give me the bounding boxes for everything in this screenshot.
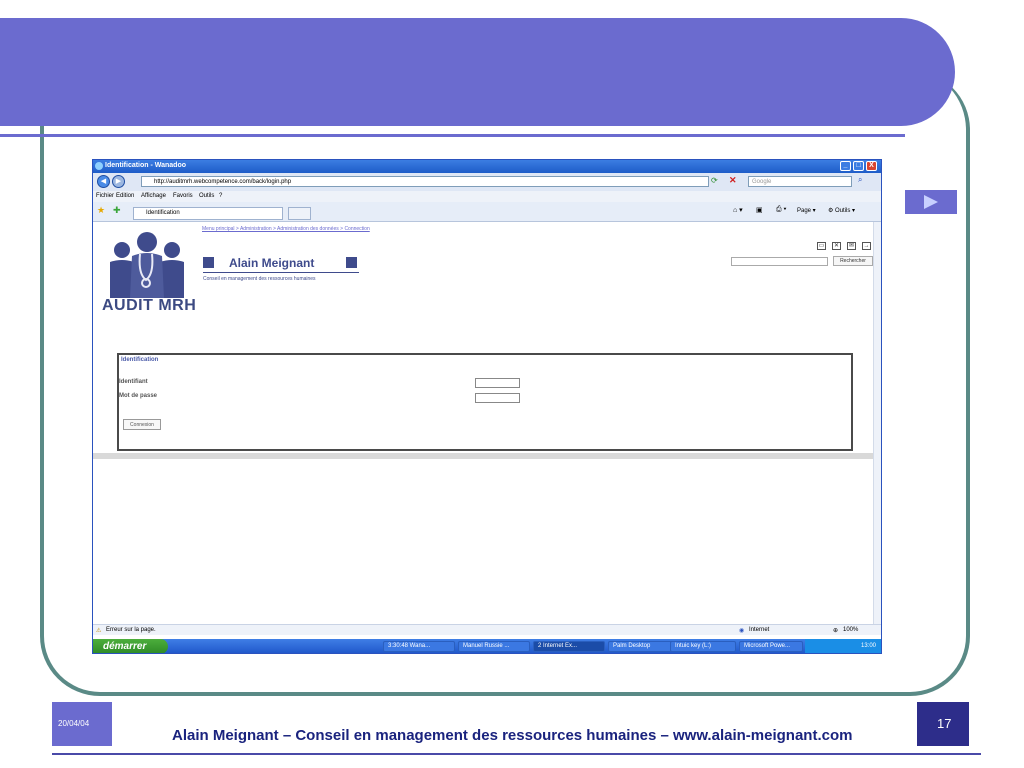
- status-text[interactable]: Erreur sur la page.: [106, 627, 156, 633]
- tools-menu-label: Outils: [835, 208, 851, 214]
- close-page-icon[interactable]: ✕: [832, 242, 841, 250]
- slide-date: 20/04/04: [58, 719, 90, 728]
- taskbar-item[interactable]: 3:30:48 Wana...: [383, 641, 455, 652]
- zoom-level[interactable]: 100%: [843, 627, 858, 633]
- page-menu[interactable]: Page ▾: [797, 207, 816, 214]
- taskbar-item-active[interactable]: 2 Internet Ex...: [533, 641, 605, 652]
- maximize-button[interactable]: □: [853, 161, 864, 171]
- back-button[interactable]: ◀: [97, 175, 110, 188]
- page-menu-label: Page: [797, 208, 812, 214]
- banner-rule: [0, 134, 905, 137]
- brand-subtitle: Conseil en management des ressources hum…: [203, 276, 316, 282]
- search-engine-input[interactable]: Google: [748, 176, 852, 187]
- date-box: 20/04/04: [52, 702, 112, 746]
- logo-text: AUDIT MRH: [102, 297, 197, 314]
- windows-taskbar: démarrer 3:30:48 Wana... Manuel Russie .…: [93, 639, 881, 653]
- brand-underline: [203, 272, 359, 273]
- connexion-button[interactable]: Connexion: [123, 419, 161, 430]
- forward-button[interactable]: ▶: [112, 175, 125, 188]
- ie-logo-icon: [95, 162, 103, 170]
- menu-edition[interactable]: Edition: [116, 193, 134, 199]
- menu-fichier[interactable]: Fichier: [96, 193, 114, 199]
- page-footer-bar: [93, 453, 873, 459]
- address-bar: ◀ ▶ http://auditmrh.webcompetence.com/ba…: [93, 173, 881, 191]
- title-bar: Identification - Wanadoo _ □ X: [93, 160, 881, 173]
- brand-square-right: [346, 257, 357, 268]
- taskbar-item[interactable]: Microsoft Powe...: [739, 641, 803, 652]
- login-panel: Identification Identifiant Mot de passe …: [117, 353, 853, 451]
- print-page-icon[interactable]: ▭: [817, 242, 826, 250]
- next-slide-button[interactable]: [905, 190, 957, 214]
- brand-square-left: [203, 257, 214, 268]
- tab-label: Identification: [146, 210, 180, 216]
- menu-affichage[interactable]: Affichage: [141, 193, 166, 199]
- warning-icon[interactable]: ⚠: [96, 627, 101, 634]
- mail-icon[interactable]: ✉: [847, 242, 856, 250]
- status-bar: ⚠ Erreur sur la page. ◉ Internet ⊕ 100%: [93, 624, 881, 635]
- zone-text: Internet: [749, 627, 770, 633]
- zoom-icon[interactable]: ⊕: [833, 627, 838, 634]
- search-icon[interactable]: ⌕: [858, 175, 862, 185]
- slide-footer-text: Alain Meignant – Conseil en management d…: [172, 727, 853, 744]
- url-input[interactable]: http://auditmrh.webcompetence.com/back/l…: [141, 176, 709, 187]
- tab-bar: ★ ✚ Identification ⌂ ▾ ▣ ⎙ ▾ Page ▾ ⚙ Ou…: [93, 202, 881, 222]
- system-tray: 13:00: [805, 639, 881, 653]
- breadcrumb[interactable]: Menu principal > Administration > Admini…: [202, 226, 370, 232]
- start-button[interactable]: démarrer: [93, 639, 168, 653]
- feeds-icon[interactable]: ▣: [756, 206, 763, 214]
- menu-outils[interactable]: Outils: [199, 193, 214, 199]
- stop-icon[interactable]: ✕: [729, 175, 737, 186]
- close-button[interactable]: X: [866, 161, 877, 171]
- tab-identification[interactable]: Identification: [133, 207, 283, 220]
- site-search-input[interactable]: [731, 257, 828, 266]
- audit-mrh-logo-icon: [110, 232, 184, 298]
- identifiant-input[interactable]: [475, 378, 520, 388]
- new-tab-button[interactable]: [288, 207, 311, 220]
- globe-icon: ◉: [739, 628, 745, 634]
- home-icon[interactable]: ⌂ ▾: [733, 206, 743, 214]
- page-content: Menu principal > Administration > Admini…: [93, 222, 873, 624]
- taskbar-item[interactable]: Intuic key (L:): [670, 641, 736, 652]
- tools-menu[interactable]: ⚙ Outils ▾: [828, 207, 855, 214]
- print-icon[interactable]: ⎙ ▾: [776, 206, 787, 214]
- slide-number: 17: [937, 716, 952, 731]
- password-input[interactable]: [475, 393, 520, 403]
- clock[interactable]: 13:00: [861, 643, 876, 649]
- login-title: Identification: [121, 357, 159, 363]
- slide-title-banner: [0, 18, 955, 126]
- menu-favoris[interactable]: Favoris: [173, 193, 193, 199]
- menu-bar: Fichier Edition Affichage Favoris Outils…: [93, 191, 881, 202]
- browser-window: Identification - Wanadoo _ □ X ◀ ▶ http:…: [92, 159, 882, 654]
- minimize-button[interactable]: _: [840, 161, 851, 171]
- menu-help[interactable]: ?: [219, 193, 222, 199]
- add-favorite-icon[interactable]: ✚: [113, 205, 121, 216]
- favorites-star-icon[interactable]: ★: [97, 205, 105, 216]
- identifiant-label: Identifiant: [119, 379, 148, 385]
- password-label: Mot de passe: [119, 393, 158, 399]
- footer-rule: [52, 753, 981, 755]
- slide-number-box: 17: [917, 702, 969, 746]
- logout-icon[interactable]: →: [862, 242, 871, 250]
- window-title: Identification - Wanadoo: [105, 162, 187, 169]
- vertical-scrollbar[interactable]: [873, 222, 881, 624]
- search-button[interactable]: Rechercher: [833, 256, 873, 266]
- brand-name: Alain Meignant: [229, 256, 315, 270]
- taskbar-item[interactable]: Manuel Russie ...: [458, 641, 530, 652]
- play-icon: [924, 195, 938, 209]
- refresh-icon[interactable]: ⟳: [711, 176, 718, 185]
